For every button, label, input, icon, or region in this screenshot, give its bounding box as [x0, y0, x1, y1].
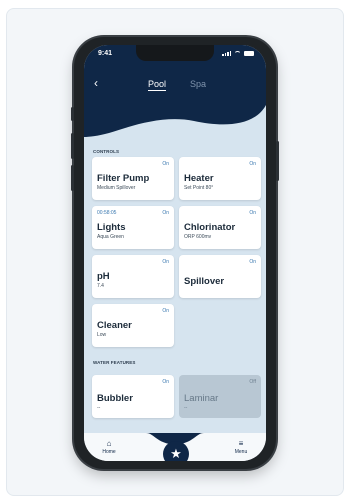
tile-subtitle: -- [97, 405, 101, 411]
menu-icon: ≡ [238, 439, 244, 448]
tile-lights[interactable]: 00:58:05 On Lights Aqua Green [92, 206, 174, 249]
notch [136, 45, 214, 61]
tile-status: Off [249, 379, 256, 385]
star-icon: ★ [170, 446, 182, 461]
controls-section-label: CONTROLS [93, 149, 120, 154]
tile-spillover[interactable]: On Spillover [179, 255, 261, 298]
tile-status: On [249, 259, 256, 265]
mute-switch [71, 107, 74, 121]
tile-filter-pump[interactable]: On Filter Pump Medium Spillover [92, 157, 174, 200]
home-icon: ⌂ [106, 439, 112, 448]
status-time: 9:41 [98, 50, 113, 57]
status-icons [222, 51, 254, 56]
nav-menu-label: Menu [234, 449, 248, 455]
tile-name: pH [97, 271, 110, 282]
tile-name: Spillover [184, 276, 225, 287]
nav-home-label: Home [102, 449, 116, 455]
tile-chlorinator[interactable]: On Chlorinator ORP 600mv [179, 206, 261, 249]
tab-pool[interactable]: Pool [148, 79, 167, 91]
battery-icon [244, 51, 254, 56]
tile-subtitle: ORP 600mv [184, 234, 212, 240]
tile-name: Lights [97, 222, 126, 233]
tile-status: On [249, 210, 256, 216]
wifi-icon [234, 51, 241, 56]
tile-laminar[interactable]: Off Laminar -- [179, 375, 261, 418]
volume-down-button [71, 165, 74, 191]
tile-status: On [162, 379, 169, 385]
nav-menu[interactable]: ≡ Menu [226, 439, 256, 455]
tile-name: Filter Pump [97, 173, 150, 184]
tile-subtitle: Aqua Green [97, 234, 124, 240]
tile-subtitle: Set Point 80° [184, 185, 214, 191]
tile-name: Chlorinator [184, 222, 236, 233]
signal-icon [222, 51, 231, 56]
tile-name: Bubbler [97, 393, 133, 404]
tab-spa[interactable]: Spa [190, 79, 206, 89]
tile-heater[interactable]: On Heater Set Point 80° [179, 157, 261, 200]
header: 9:41 ‹ Pool Spa [84, 45, 266, 145]
tile-name: Cleaner [97, 320, 132, 331]
tile-subtitle: Low [97, 332, 107, 338]
tile-subtitle: 7.4 [97, 283, 104, 289]
phone-screen: 9:41 ‹ Pool Spa CONTROLS On Filter Pump … [84, 45, 266, 461]
tile-timer: 00:58:05 [97, 210, 117, 216]
chevron-left-icon[interactable]: ‹ [94, 77, 98, 89]
tile-subtitle: -- [184, 405, 188, 411]
tile-status: On [249, 161, 256, 167]
tile-ph[interactable]: On pH 7.4 [92, 255, 174, 298]
nav-home[interactable]: ⌂ Home [94, 439, 124, 455]
power-button [276, 141, 279, 181]
favorites-button[interactable]: ★ [163, 441, 189, 461]
volume-up-button [71, 133, 74, 159]
tile-status: On [162, 161, 169, 167]
tile-cleaner[interactable]: On Cleaner Low [92, 304, 174, 347]
tile-status: On [162, 308, 169, 314]
water-features-section-label: WATER FEATURES [93, 360, 136, 365]
tile-bubbler[interactable]: On Bubbler -- [92, 375, 174, 418]
tile-subtitle: Medium Spillover [97, 185, 136, 191]
tile-status: On [162, 259, 169, 265]
tile-name: Heater [184, 173, 214, 184]
tile-name: Laminar [184, 393, 219, 404]
tile-status: On [162, 210, 169, 216]
